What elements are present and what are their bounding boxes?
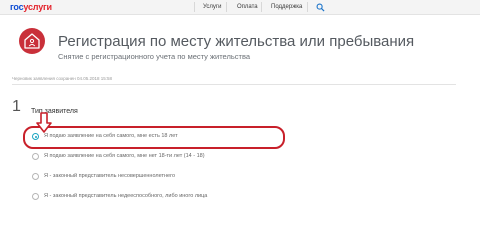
nav-divider: [261, 2, 262, 12]
option-label: Я подаю заявление на себя самого, мне не…: [44, 153, 205, 159]
section-divider: [12, 84, 456, 85]
nav-divider: [194, 2, 195, 12]
service-house-icon: [19, 28, 45, 54]
nav-payment-link[interactable]: Оплата: [237, 3, 258, 11]
nav-divider: [226, 2, 227, 12]
applicant-option-minor-representative[interactable]: Я - законный представитель несовершеннол…: [32, 172, 332, 182]
page-subtitle: Снятие с регистрационного учета по месту…: [58, 52, 251, 61]
annotation-arrow-down-icon: [36, 112, 52, 133]
radio-button[interactable]: [32, 193, 39, 200]
page-title: Регистрация по месту жительства или преб…: [58, 33, 415, 50]
option-label: Я - законный представитель несовершеннол…: [44, 173, 176, 179]
option-label: Я - законный представитель недееспособно…: [44, 193, 208, 199]
annotation-highlight-ellipse: [23, 126, 285, 149]
search-icon[interactable]: [316, 3, 325, 12]
logo-part2: услуги: [23, 2, 52, 12]
radio-button[interactable]: [32, 153, 39, 160]
radio-button[interactable]: [32, 173, 39, 180]
step-number: 1: [12, 98, 21, 115]
top-header: госуслуги Услуги Оплата Поддержка: [0, 0, 480, 15]
applicant-option-minor-self[interactable]: Я подаю заявление на себя самого, мне не…: [32, 152, 332, 162]
applicant-option-incapable-representative[interactable]: Я - законный представитель недееспособно…: [32, 192, 332, 202]
nav-services-link[interactable]: Услуги: [203, 3, 221, 11]
draft-saved-note: Черновик заявления сохранен 04.05.2018 1…: [12, 76, 112, 81]
gosuslugi-logo[interactable]: госуслуги: [10, 2, 52, 13]
logo-part1: гос: [10, 2, 24, 12]
nav-support-link[interactable]: Поддержка: [271, 3, 302, 11]
nav-divider: [307, 2, 308, 12]
